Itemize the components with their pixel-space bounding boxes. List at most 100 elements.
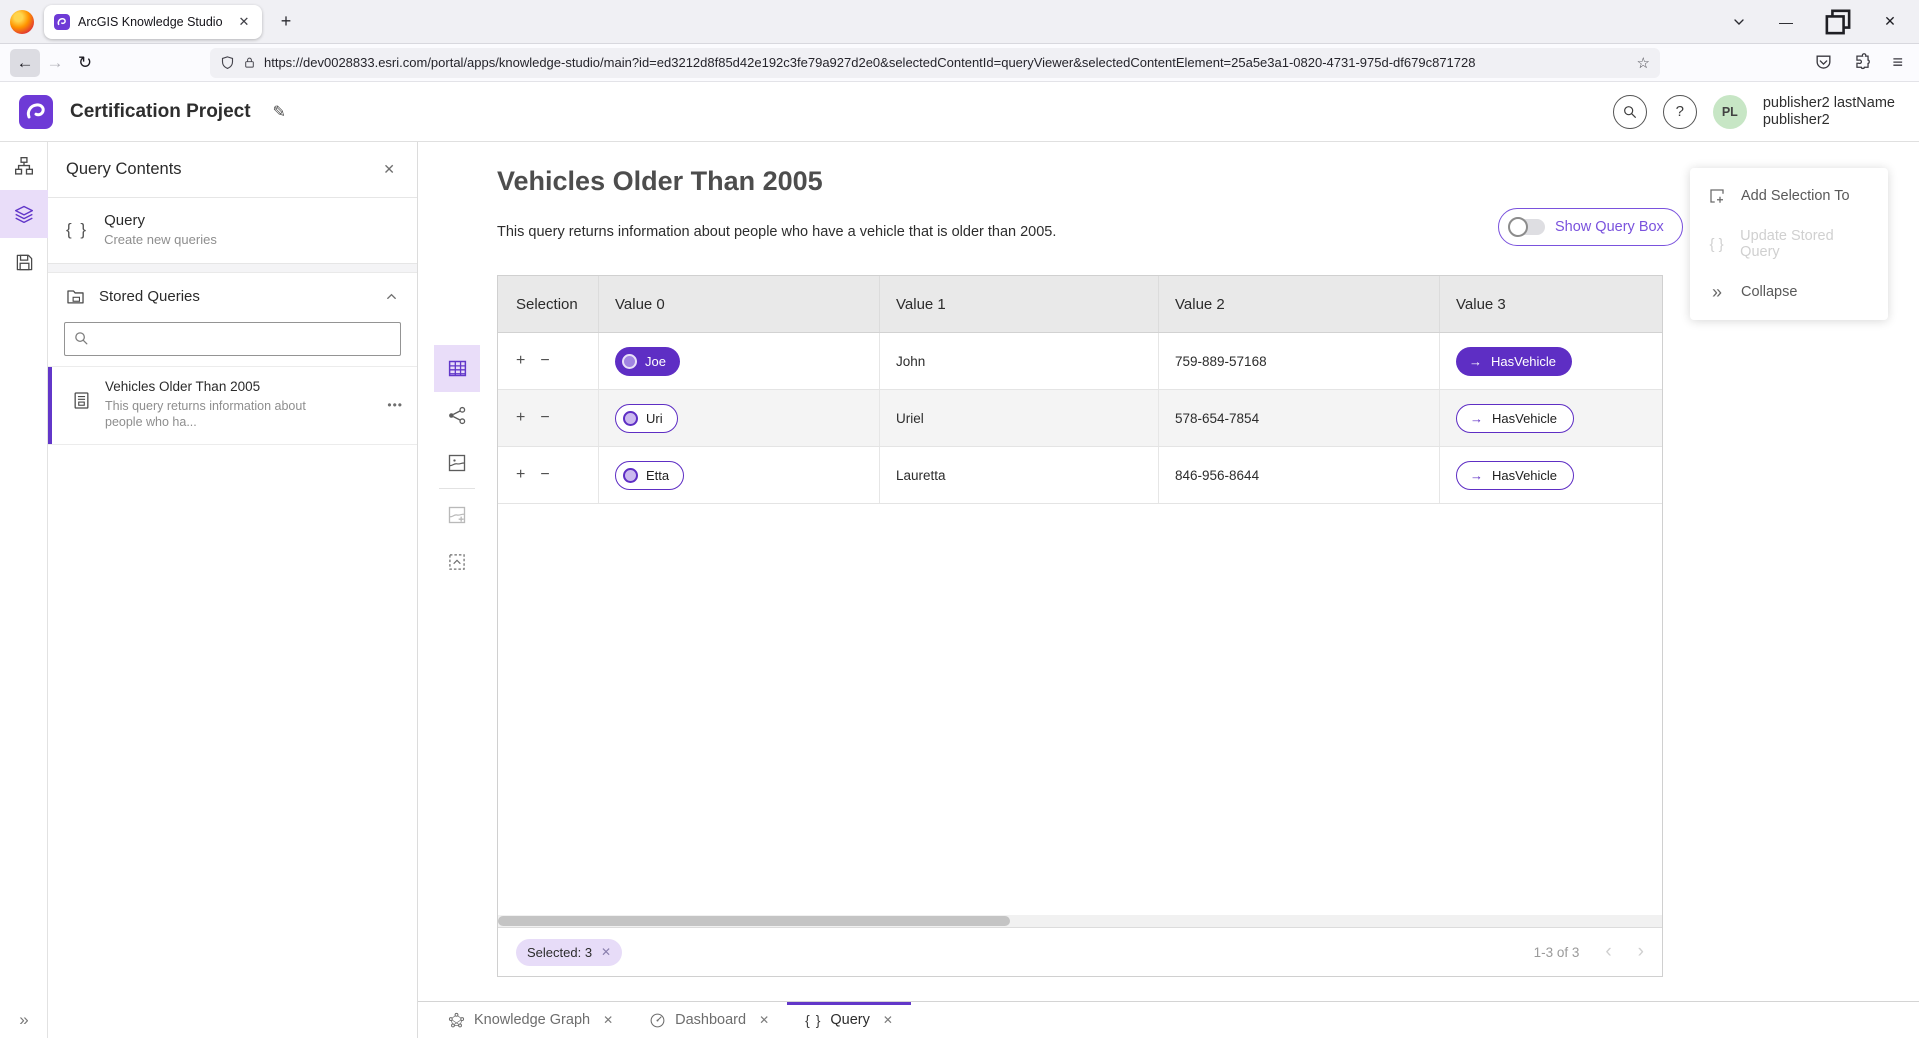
cell-name: Uriel [880,390,1159,446]
column-header-value3[interactable]: Value 3 [1440,276,1662,332]
toggle-switch[interactable] [1509,219,1545,235]
rail-save-button[interactable] [0,238,48,286]
tab-label: Query [830,1012,870,1028]
shield-icon[interactable] [220,55,235,70]
lock-icon[interactable] [243,55,256,70]
relationship-pill[interactable]: → HasVehicle [1456,461,1574,490]
stored-queries-search-input[interactable] [64,322,401,356]
forward-button[interactable]: → [40,49,70,77]
avatar[interactable]: PL [1713,95,1747,129]
stored-queries-title: Stored Queries [99,288,370,305]
scrollbar-thumb[interactable] [498,916,1010,926]
entity-pill[interactable]: Joe [615,347,680,376]
cell-name: Lauretta [880,447,1159,503]
main-content: Vehicles Older Than 2005 This query retu… [418,142,1919,1038]
tab-knowledge-graph[interactable]: Knowledge Graph ✕ [430,1002,631,1038]
toolstrip-divider [439,488,475,489]
horizontal-scrollbar[interactable] [498,915,1662,927]
url-bar[interactable]: https://dev0028833.esri.com/portal/apps/… [210,48,1660,78]
chevron-up-icon[interactable] [384,289,399,304]
user-info[interactable]: publisher2 lastName publisher2 [1763,95,1901,129]
column-header-selection[interactable]: Selection [498,276,599,332]
layers-icon [14,204,34,224]
help-button[interactable]: ? [1663,95,1697,129]
stored-queries-search [64,322,401,356]
clear-selection-icon[interactable]: ✕ [601,945,611,959]
menu-item-add-selection-to[interactable]: Add Selection To [1690,172,1888,220]
row-select-plus-button[interactable]: + [516,466,525,484]
map-view-button[interactable] [434,439,480,486]
arcgis-favicon-icon [54,14,70,30]
next-page-button[interactable]: › [1638,941,1644,963]
arrow-right-icon: → [1469,354,1482,369]
edit-title-pencil-icon[interactable]: ✎ [273,102,286,122]
column-header-value1[interactable]: Value 1 [880,276,1159,332]
tab-query[interactable]: { } Query ✕ [787,1002,911,1038]
tab-close-icon[interactable]: ✕ [234,12,254,32]
new-tab-button[interactable]: + [276,12,296,32]
stored-query-more-button[interactable]: ••• [387,398,403,412]
tab-dashboard[interactable]: Dashboard ✕ [631,1002,787,1038]
arrow-right-icon: → [1470,468,1483,483]
cell-name: John [880,333,1159,389]
panel-title: Query Contents [66,160,379,179]
show-query-box-toggle[interactable]: Show Query Box [1498,208,1683,246]
panel-close-icon[interactable]: ✕ [379,157,399,182]
arrow-right-icon: → [1470,411,1483,426]
relationship-pill[interactable]: → HasVehicle [1456,404,1574,433]
pocket-icon[interactable] [1814,53,1833,72]
reload-button[interactable]: ↻ [70,49,100,77]
row-select-plus-button[interactable]: + [516,409,525,427]
menu-hamburger-icon[interactable]: ≡ [1892,52,1903,73]
rail-data-model-button[interactable] [0,142,48,190]
link-chart-view-button[interactable] [434,392,480,439]
query-create-item[interactable]: { } Query Create new queries [48,198,417,264]
bookmark-star-icon[interactable]: ☆ [1637,54,1650,72]
window-restore-button[interactable] [1825,9,1851,35]
knowledge-studio-logo [18,94,54,130]
column-header-value2[interactable]: Value 2 [1159,276,1440,332]
braces-icon: { } [805,1012,821,1028]
window-close-button[interactable]: ✕ [1877,9,1903,35]
rail-expand-button[interactable]: » [0,1010,48,1030]
prev-page-button[interactable]: ‹ [1605,941,1611,963]
selected-count-label: Selected: 3 [527,945,592,960]
stored-query-item[interactable]: Vehicles Older Than 2005 This query retu… [48,366,417,445]
row-select-minus-button[interactable]: − [540,352,549,370]
entity-pill[interactable]: Uri [615,404,678,433]
relationship-pill[interactable]: → HasVehicle [1456,347,1572,376]
menu-label: Add Selection To [1741,188,1850,204]
page-description: This query returns information about peo… [497,224,1056,240]
view-toolstrip [434,345,480,585]
window-minimize-button[interactable]: — [1773,9,1799,35]
tabs-dropdown-icon[interactable] [1731,14,1747,30]
selection-tool-button[interactable] [434,538,480,585]
table-icon [447,358,468,379]
menu-item-update-stored-query[interactable]: { } Update Stored Query [1690,220,1888,268]
browser-tab-active[interactable]: ArcGIS Knowledge Studio ✕ [44,5,262,39]
row-select-minus-button[interactable]: − [540,409,549,427]
column-header-value0[interactable]: Value 0 [599,276,880,332]
tab-close-icon[interactable]: ✕ [603,1013,613,1027]
new-map-view-button[interactable] [434,491,480,538]
row-select-minus-button[interactable]: − [540,466,549,484]
firefox-logo-icon[interactable] [10,10,34,34]
back-button[interactable]: ← [10,49,40,77]
search-button[interactable] [1613,95,1647,129]
tab-close-icon[interactable]: ✕ [883,1013,893,1027]
tab-close-icon[interactable]: ✕ [759,1013,769,1027]
menu-item-collapse[interactable]: » Collapse [1690,268,1888,316]
selected-count-chip[interactable]: Selected: 3 ✕ [516,939,622,966]
row-select-plus-button[interactable]: + [516,352,525,370]
entity-label: Joe [645,354,666,369]
braces-icon: { } [1706,236,1727,253]
bottom-tab-bar: Knowledge Graph ✕ Dashboard ✕ { } Query … [418,1001,1919,1038]
entity-pill[interactable]: Etta [615,461,684,490]
map-icon [447,453,467,473]
browser-tabstrip: ArcGIS Knowledge Studio ✕ + — ✕ [0,0,1919,44]
table-view-button[interactable] [434,345,480,392]
rail-contents-button[interactable] [0,190,48,238]
stored-queries-header[interactable]: Stored Queries [48,273,417,316]
extensions-puzzle-icon[interactable] [1853,53,1872,72]
map-add-icon [447,505,467,525]
